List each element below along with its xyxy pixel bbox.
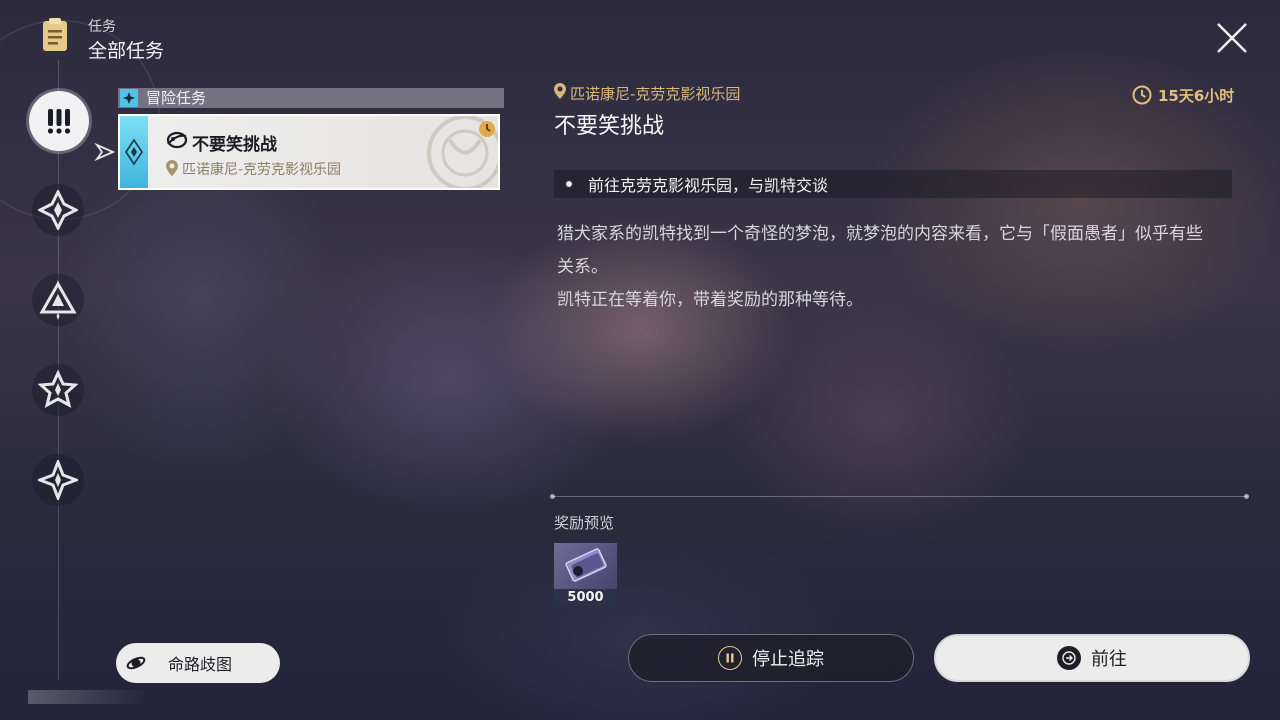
close-icon [1217,23,1247,53]
divider-dot [1244,494,1249,499]
dreamscape-icon [166,130,188,150]
triangle-star-icon [39,280,77,320]
quest-type-strip [120,116,148,188]
clock-icon [1132,85,1152,105]
divider [552,496,1248,497]
clock-icon [478,120,496,138]
stop-tracking-button[interactable]: 停止追踪 [628,634,914,682]
planet-icon [126,656,146,670]
objective-bar: 前往克劳克影视乐园，与凯特交谈 [554,170,1232,198]
sidebar-item-daily[interactable] [32,454,84,506]
credit-ticket-icon [554,543,617,589]
star-badge-icon [38,370,78,408]
objective-bullet [566,181,572,187]
sidebar-item-all-quests[interactable] [29,91,89,151]
adventure-category-icon [120,89,138,107]
location-pin-icon [166,160,178,176]
reward-quantity: 5000 [554,589,617,606]
divider-dot [550,494,555,499]
adventure-diamond-icon [125,138,143,166]
exclamation-icon [47,109,71,134]
location-pin-icon [554,83,566,99]
go-button[interactable]: 前往 [934,634,1250,682]
description-para-1: 猎犬家系的凯特找到一个奇怪的梦泡，就梦泡的内容来看，它与「假面愚者」似乎有些关系… [557,224,1203,277]
fate-map-label: 命路歧图 [168,655,233,674]
quest-timer: 15天6小时 [1132,84,1234,106]
quest-title: 不要笑挑战 [192,135,277,155]
quest-card-selected[interactable]: 不要笑挑战 匹诺康尼-克劳克影视乐园 [118,114,500,190]
fate-map-button[interactable]: 命路歧图 [116,643,280,683]
description-para-2: 凯特正在等着你，带着奖励的那种等待。 [557,290,863,310]
reward-item[interactable]: 5000 [554,543,617,606]
diamond-star-icon [38,190,78,230]
selected-arrow-icon [94,142,116,162]
close-button[interactable] [1212,18,1252,58]
quest-description: 猎犬家系的凯特找到一个奇怪的梦泡，就梦泡的内容来看，它与「假面愚者」似乎有些关系… [557,218,1217,317]
category-label: 冒险任务 [146,89,207,107]
navigate-icon [1057,646,1081,670]
stop-tracking-label: 停止追踪 [752,649,824,670]
detail-title: 不要笑挑战 [554,114,665,139]
four-point-star-icon [38,460,78,500]
detail-location: 匹诺康尼-克劳克影视乐园 [570,85,741,103]
timer-text: 15天6小时 [1158,86,1235,105]
sidebar-item-companion[interactable] [32,274,84,326]
sidebar-item-adventure[interactable] [32,364,84,416]
sidebar-item-trailblaze[interactable] [32,184,84,236]
bottom-decor [28,690,148,704]
reward-preview-label: 奖励预览 [554,514,615,532]
quest-location: 匹诺康尼-克劳克影视乐园 [182,162,342,178]
objective-text: 前往克劳克影视乐园，与凯特交谈 [588,176,829,195]
go-label: 前往 [1091,649,1127,670]
pause-icon [718,646,742,670]
